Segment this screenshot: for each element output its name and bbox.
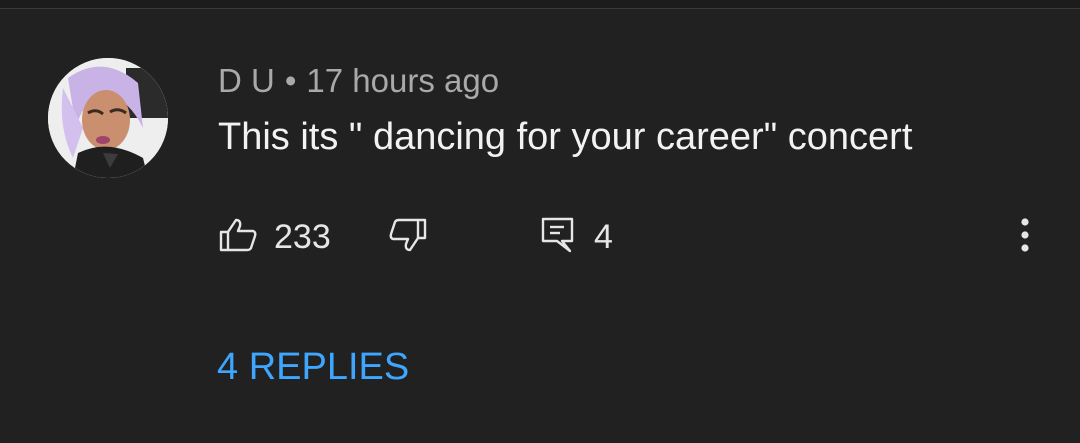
more-options-button[interactable] (1010, 209, 1040, 265)
comment-time: 17 hours ago (306, 62, 500, 99)
like-count: 233 (274, 218, 331, 256)
dislike-button[interactable] (388, 209, 428, 265)
comment-text: This its " dancing for your career" conc… (218, 116, 913, 158)
like-button[interactable]: 233 (218, 209, 331, 265)
thumbs-up-icon (218, 217, 258, 258)
comment-item: D U • 17 hours ago This its " dancing for … (0, 9, 1080, 443)
reply-count: 4 (594, 218, 613, 256)
comment-meta: D U • 17 hours ago (218, 61, 499, 101)
comment-actions: 233 4 (0, 209, 1080, 265)
comment-reply-icon (540, 216, 576, 259)
reply-button[interactable]: 4 (540, 209, 613, 265)
meta-separator: • (284, 62, 297, 99)
author-name[interactable]: D U (218, 62, 275, 99)
more-vertical-icon (1020, 217, 1030, 258)
top-divider (0, 0, 1080, 9)
thumbs-down-icon (388, 217, 428, 258)
view-replies-link[interactable]: 4 REPLIES (217, 344, 409, 390)
avatar-image (48, 58, 168, 178)
avatar[interactable] (48, 58, 168, 178)
